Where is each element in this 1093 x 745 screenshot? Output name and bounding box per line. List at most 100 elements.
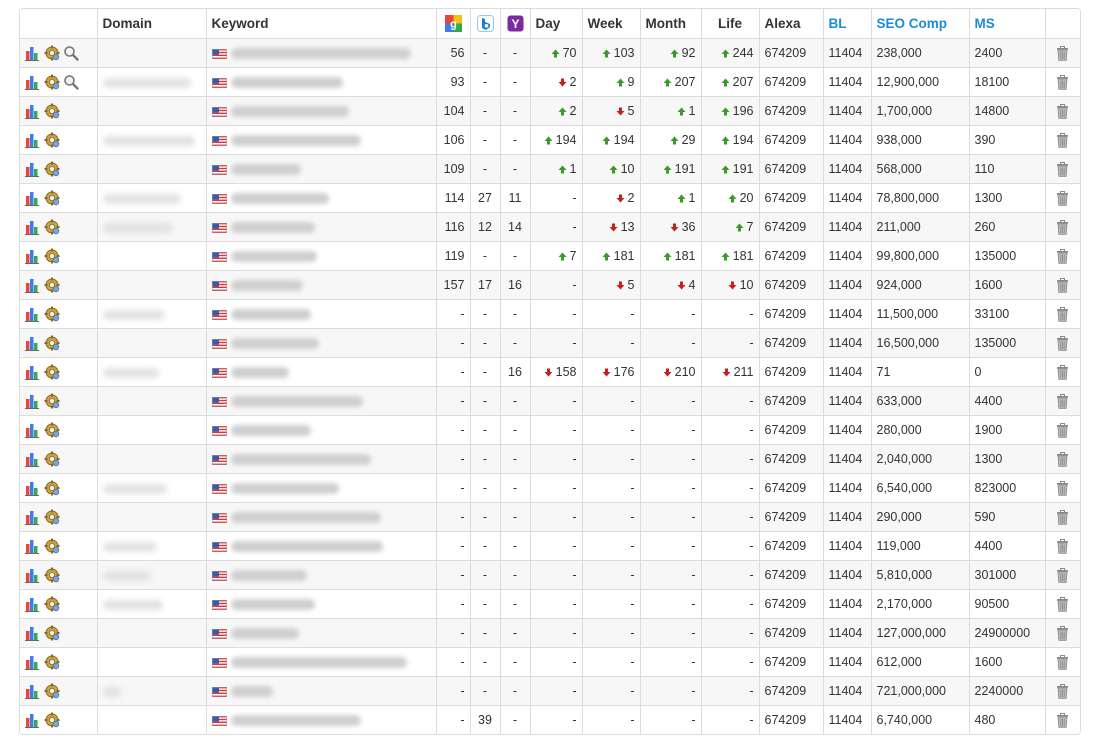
- magnifier-icon[interactable]: [63, 45, 79, 61]
- keyword-cell[interactable]: [206, 502, 437, 532]
- domain-cell[interactable]: [97, 415, 207, 445]
- delete-button[interactable]: [1045, 444, 1080, 474]
- keyword-cell[interactable]: [206, 386, 437, 416]
- gear-icon[interactable]: [44, 625, 60, 641]
- trash-icon[interactable]: [1056, 277, 1069, 293]
- bar-chart-icon[interactable]: [25, 451, 41, 467]
- trash-icon[interactable]: [1056, 422, 1069, 438]
- bar-chart-icon[interactable]: [25, 596, 41, 612]
- trash-icon[interactable]: [1056, 190, 1069, 206]
- trash-icon[interactable]: [1056, 132, 1069, 148]
- delete-button[interactable]: [1045, 67, 1080, 97]
- trash-icon[interactable]: [1056, 306, 1069, 322]
- header-month[interactable]: Month: [640, 9, 702, 39]
- keyword-cell[interactable]: [206, 328, 437, 358]
- keyword-cell[interactable]: [206, 560, 437, 590]
- bar-chart-icon[interactable]: [25, 625, 41, 641]
- delete-button[interactable]: [1045, 38, 1080, 68]
- gear-icon[interactable]: [44, 74, 60, 90]
- bar-chart-icon[interactable]: [25, 132, 41, 148]
- trash-icon[interactable]: [1056, 393, 1069, 409]
- keyword-cell[interactable]: [206, 705, 437, 734]
- keyword-cell[interactable]: [206, 357, 437, 387]
- gear-icon[interactable]: [44, 393, 60, 409]
- domain-cell[interactable]: [97, 183, 207, 213]
- bar-chart-icon[interactable]: [25, 480, 41, 496]
- domain-cell[interactable]: [97, 299, 207, 329]
- header-week[interactable]: Week: [582, 9, 641, 39]
- domain-cell[interactable]: [97, 618, 207, 648]
- bar-chart-icon[interactable]: [25, 422, 41, 438]
- trash-icon[interactable]: [1056, 509, 1069, 525]
- domain-cell[interactable]: [97, 357, 207, 387]
- gear-icon[interactable]: [44, 103, 60, 119]
- trash-icon[interactable]: [1056, 683, 1069, 699]
- keyword-cell[interactable]: [206, 676, 437, 706]
- delete-button[interactable]: [1045, 125, 1080, 155]
- header-day[interactable]: Day: [530, 9, 583, 39]
- gear-icon[interactable]: [44, 190, 60, 206]
- domain-cell[interactable]: [97, 212, 207, 242]
- gear-icon[interactable]: [44, 596, 60, 612]
- keyword-cell[interactable]: [206, 125, 437, 155]
- delete-button[interactable]: [1045, 502, 1080, 532]
- gear-icon[interactable]: [44, 683, 60, 699]
- domain-cell[interactable]: [97, 386, 207, 416]
- gear-icon[interactable]: [44, 712, 60, 728]
- header-keyword[interactable]: Keyword: [206, 9, 437, 39]
- trash-icon[interactable]: [1056, 712, 1069, 728]
- keyword-cell[interactable]: [206, 444, 437, 474]
- bar-chart-icon[interactable]: [25, 190, 41, 206]
- bar-chart-icon[interactable]: [25, 74, 41, 90]
- bar-chart-icon[interactable]: [25, 567, 41, 583]
- bar-chart-icon[interactable]: [25, 248, 41, 264]
- domain-cell[interactable]: [97, 647, 207, 677]
- keyword-cell[interactable]: [206, 67, 437, 97]
- gear-icon[interactable]: [44, 306, 60, 322]
- delete-button[interactable]: [1045, 270, 1080, 300]
- domain-cell[interactable]: [97, 38, 207, 68]
- bar-chart-icon[interactable]: [25, 103, 41, 119]
- keyword-cell[interactable]: [206, 96, 437, 126]
- delete-button[interactable]: [1045, 328, 1080, 358]
- delete-button[interactable]: [1045, 183, 1080, 213]
- gear-icon[interactable]: [44, 132, 60, 148]
- delete-button[interactable]: [1045, 299, 1080, 329]
- keyword-cell[interactable]: [206, 415, 437, 445]
- trash-icon[interactable]: [1056, 596, 1069, 612]
- domain-cell[interactable]: [97, 705, 207, 734]
- trash-icon[interactable]: [1056, 451, 1069, 467]
- trash-icon[interactable]: [1056, 45, 1069, 61]
- bar-chart-icon[interactable]: [25, 712, 41, 728]
- header-bl-link[interactable]: BL: [823, 9, 872, 39]
- keyword-cell[interactable]: [206, 589, 437, 619]
- bar-chart-icon[interactable]: [25, 364, 41, 380]
- delete-button[interactable]: [1045, 531, 1080, 561]
- trash-icon[interactable]: [1056, 219, 1069, 235]
- domain-cell[interactable]: [97, 589, 207, 619]
- trash-icon[interactable]: [1056, 74, 1069, 90]
- bar-chart-icon[interactable]: [25, 219, 41, 235]
- bar-chart-icon[interactable]: [25, 509, 41, 525]
- trash-icon[interactable]: [1056, 364, 1069, 380]
- delete-button[interactable]: [1045, 241, 1080, 271]
- trash-icon[interactable]: [1056, 480, 1069, 496]
- keyword-cell[interactable]: [206, 299, 437, 329]
- gear-icon[interactable]: [44, 248, 60, 264]
- magnifier-icon[interactable]: [63, 74, 79, 90]
- trash-icon[interactable]: [1056, 161, 1069, 177]
- bar-chart-icon[interactable]: [25, 161, 41, 177]
- delete-button[interactable]: [1045, 212, 1080, 242]
- trash-icon[interactable]: [1056, 654, 1069, 670]
- domain-cell[interactable]: [97, 96, 207, 126]
- header-ms-link[interactable]: MS: [969, 9, 1046, 39]
- gear-icon[interactable]: [44, 364, 60, 380]
- delete-button[interactable]: [1045, 589, 1080, 619]
- delete-button[interactable]: [1045, 96, 1080, 126]
- domain-cell[interactable]: [97, 270, 207, 300]
- gear-icon[interactable]: [44, 509, 60, 525]
- keyword-cell[interactable]: [206, 154, 437, 184]
- keyword-cell[interactable]: [206, 473, 437, 503]
- domain-cell[interactable]: [97, 676, 207, 706]
- bar-chart-icon[interactable]: [25, 45, 41, 61]
